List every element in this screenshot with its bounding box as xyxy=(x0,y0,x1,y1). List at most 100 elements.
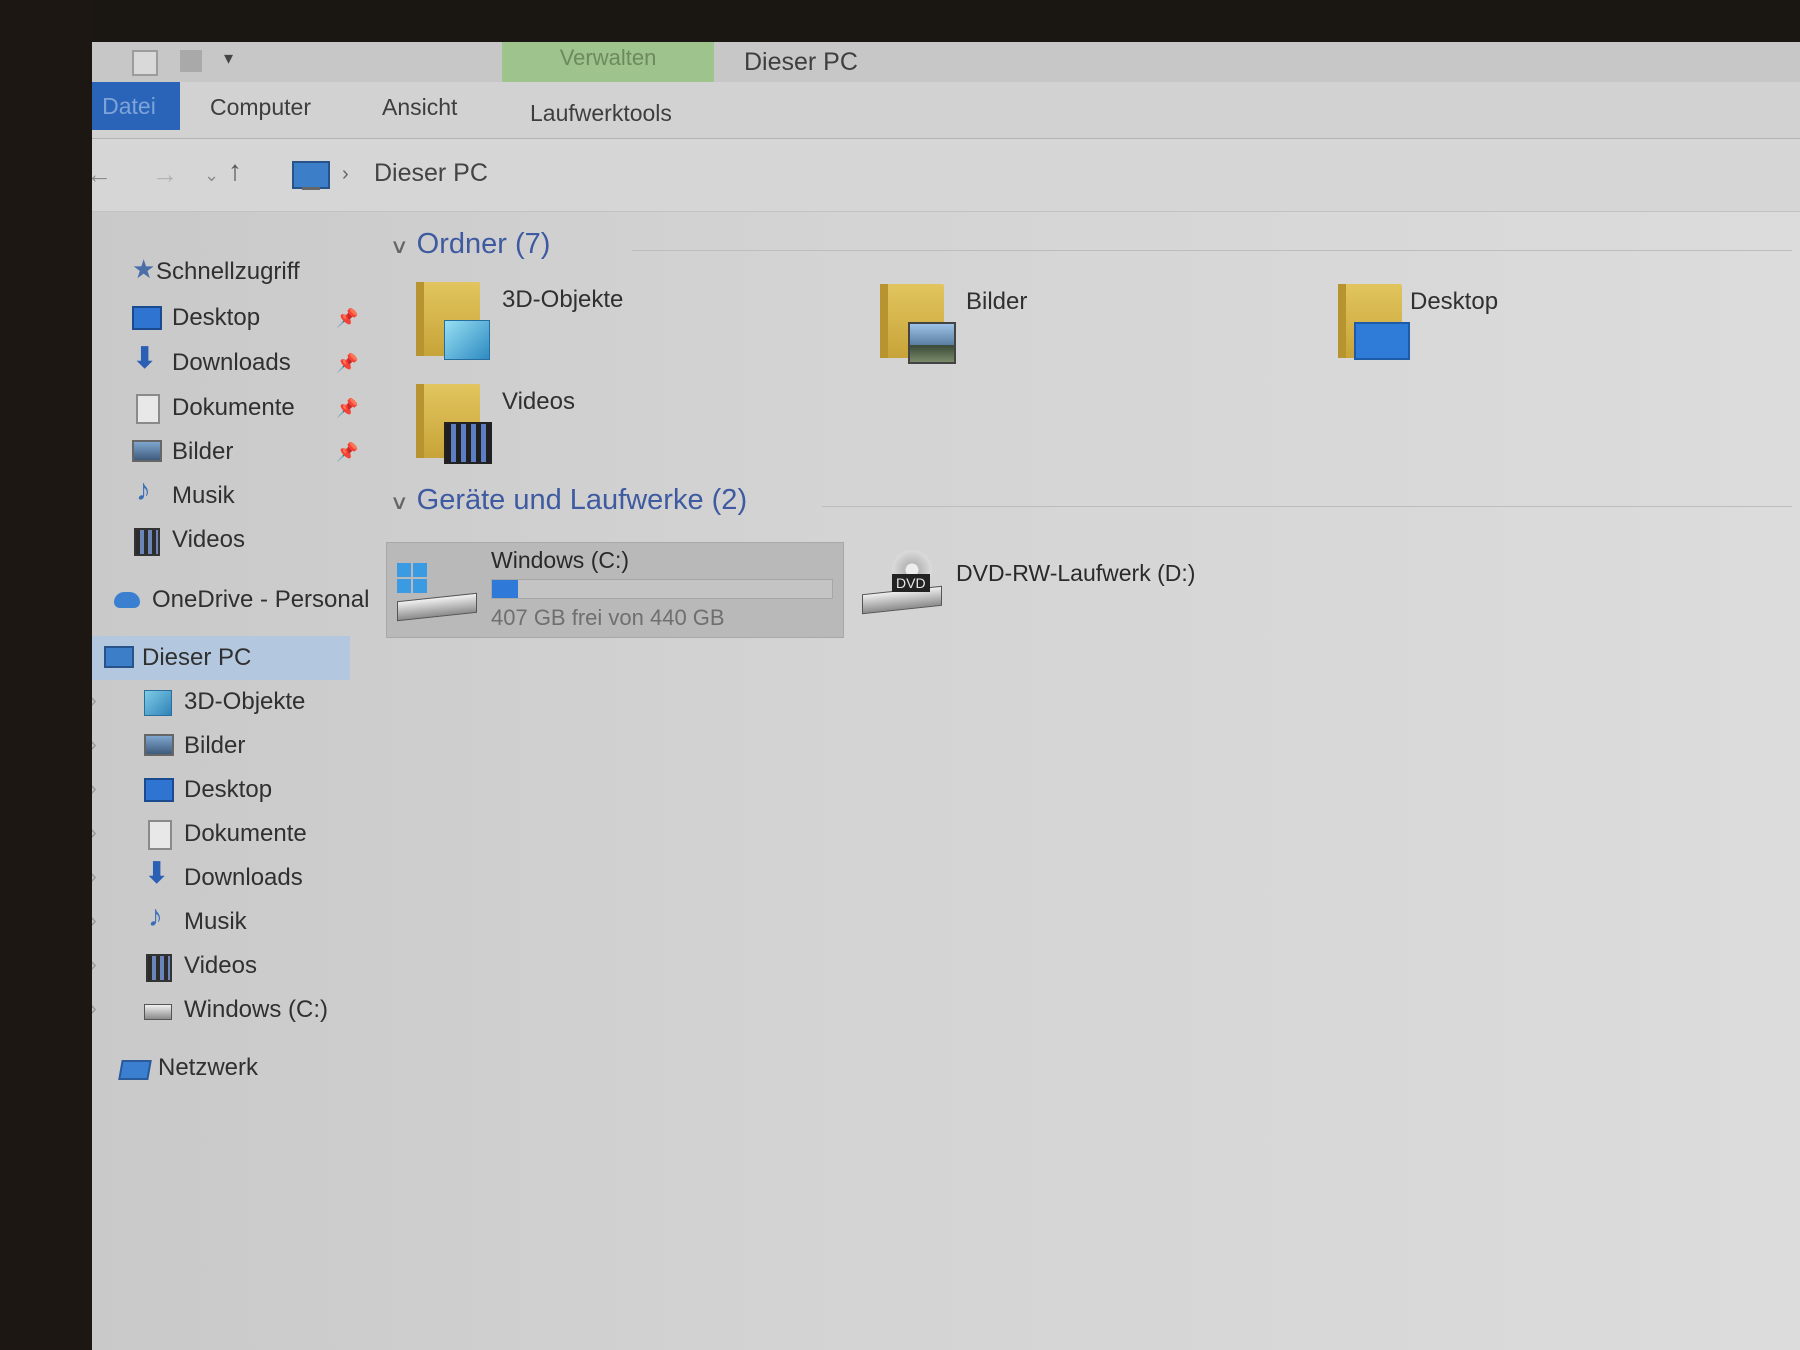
group-divider xyxy=(822,506,1792,507)
drive-usage-bar xyxy=(491,579,833,599)
pictures-icon xyxy=(144,734,174,756)
quick-access-star-icon: ★ xyxy=(132,254,156,284)
desktop-icon xyxy=(132,306,162,330)
collapse-chevron-icon[interactable]: ∨ xyxy=(390,234,409,259)
windows-drive-icon xyxy=(397,563,477,622)
monitor-bezel-top xyxy=(0,0,1800,42)
nav-this-pc-documents[interactable]: › Dokumente xyxy=(92,814,394,854)
nav-item-label: Windows (C:) xyxy=(184,996,329,1023)
new-folder-icon[interactable] xyxy=(180,50,202,72)
drive-free-space: 407 GB frei von 440 GB xyxy=(491,605,725,630)
folder-tile-videos[interactable]: Videos xyxy=(410,384,870,484)
pin-icon[interactable]: 📌 xyxy=(336,442,358,463)
nav-this-pc[interactable]: Dieser PC xyxy=(92,636,350,680)
title-bar: ▾ Verwalten Dieser PC xyxy=(92,42,1800,82)
music-icon: ♪ xyxy=(136,474,151,507)
nav-item-label: Desktop xyxy=(184,776,273,803)
nav-this-pc-pictures[interactable]: › Bilder xyxy=(92,726,394,766)
collapse-chevron-icon[interactable]: ∨ xyxy=(390,490,409,515)
nav-this-pc-desktop[interactable]: › Desktop xyxy=(92,770,394,810)
drive-icon xyxy=(144,1004,172,1020)
folder-tile-3d-objects[interactable]: 3D-Objekte xyxy=(410,282,870,382)
pin-icon[interactable]: 📌 xyxy=(336,308,358,329)
devices-group-header[interactable]: ∨ Geräte und Laufwerke (2) xyxy=(390,484,747,517)
nav-this-pc-windows-c[interactable]: › Windows (C:) xyxy=(92,990,394,1030)
breadcrumb-separator-icon[interactable]: › xyxy=(342,163,349,186)
nav-this-pc-music[interactable]: › ♪ Musik xyxy=(92,900,394,942)
tab-drive-tools[interactable]: Laufwerktools xyxy=(530,100,672,127)
expand-chevron-icon[interactable]: › xyxy=(92,734,97,757)
nav-this-pc-3d-objects[interactable]: › 3D-Objekte xyxy=(92,682,394,722)
nav-this-pc-downloads[interactable]: › ⬇ Downloads xyxy=(92,857,394,898)
this-pc-icon-stand xyxy=(302,187,320,190)
address-row: ← → ⌄ ↑ › Dieser PC xyxy=(92,139,1800,212)
up-arrow-icon[interactable]: ↑ xyxy=(228,155,242,187)
music-icon: ♪ xyxy=(148,900,163,933)
nav-quick-downloads[interactable]: ⬇ Downloads 📌 xyxy=(104,342,394,383)
nav-item-label: Bilder xyxy=(184,732,246,759)
nav-quick-videos[interactable]: Videos xyxy=(104,520,394,560)
breadcrumb-this-pc[interactable]: Dieser PC xyxy=(374,159,488,188)
expand-chevron-icon[interactable]: › xyxy=(92,866,97,889)
navigation-pane: ★ Schnellzugriff Desktop 📌 ⬇ Downloads 📌… xyxy=(92,212,392,1350)
nav-network[interactable]: Netzwerk xyxy=(104,1048,394,1088)
folders-group-header[interactable]: ∨ Ordner (7) xyxy=(390,228,551,261)
nav-quick-access[interactable]: ★ Schnellzugriff xyxy=(104,252,394,292)
videos-icon xyxy=(134,528,160,556)
folder-tile-label: 3D-Objekte xyxy=(502,286,624,313)
network-icon xyxy=(118,1060,152,1080)
expand-chevron-icon[interactable]: › xyxy=(92,998,97,1021)
ribbon-tabs: Datei Computer Ansicht Laufwerktools xyxy=(92,82,1800,139)
desktop-icon xyxy=(144,778,174,802)
nav-item-label: Desktop xyxy=(172,304,261,331)
nav-item-label: 3D-Objekte xyxy=(184,688,306,715)
documents-icon xyxy=(148,820,172,850)
folder-tile-pictures[interactable]: Bilder xyxy=(874,284,1334,384)
back-arrow-icon[interactable]: ← xyxy=(92,159,112,190)
videos-folder-icon xyxy=(444,422,492,464)
tab-view[interactable]: Ansicht xyxy=(382,94,457,121)
properties-icon[interactable] xyxy=(132,50,158,76)
downloads-icon: ⬇ xyxy=(132,342,158,375)
nav-item-label: Bilder xyxy=(172,438,234,465)
folder-tile-desktop[interactable]: Desktop xyxy=(1332,284,1792,384)
pictures-icon xyxy=(132,440,162,462)
tab-computer[interactable]: Computer xyxy=(210,94,311,121)
folder-tile-label: Bilder xyxy=(966,288,1028,315)
nav-quick-desktop[interactable]: Desktop 📌 xyxy=(104,298,394,338)
downloads-icon: ⬇ xyxy=(144,857,170,890)
expand-chevron-icon[interactable]: › xyxy=(92,822,97,845)
nav-this-pc-videos[interactable]: › Videos xyxy=(92,946,394,986)
drive-usage-fill xyxy=(492,580,518,598)
pin-icon[interactable]: 📌 xyxy=(336,398,358,419)
drive-tile-dvd-d[interactable]: DVD DVD-RW-Laufwerk (D:) xyxy=(862,550,1322,640)
dvd-badge: DVD xyxy=(892,574,930,592)
nav-onedrive[interactable]: OneDrive - Personal xyxy=(104,580,394,620)
expand-chevron-icon[interactable]: › xyxy=(92,778,97,801)
customize-dropdown-icon[interactable]: ▾ xyxy=(224,48,246,70)
drive-tile-windows-c[interactable]: Windows (C:) 407 GB frei von 440 GB xyxy=(386,542,844,638)
this-pc-icon xyxy=(292,161,330,189)
nav-quick-access-label: Schnellzugriff xyxy=(156,258,300,285)
nav-quick-music[interactable]: ♪ Musik xyxy=(104,474,394,516)
nav-item-label: Dokumente xyxy=(172,394,295,421)
expand-chevron-icon[interactable]: › xyxy=(92,690,97,713)
pin-icon[interactable]: 📌 xyxy=(336,353,358,374)
hard-drive-icon xyxy=(397,592,477,622)
nav-quick-pictures[interactable]: Bilder 📌 xyxy=(104,432,394,472)
this-pc-icon xyxy=(104,646,134,668)
nav-onedrive-label: OneDrive - Personal xyxy=(152,586,370,613)
nav-quick-documents[interactable]: Dokumente 📌 xyxy=(104,388,394,428)
file-explorer-window: ▾ Verwalten Dieser PC Datei Computer Ans… xyxy=(92,42,1800,1350)
nav-item-label: Videos xyxy=(184,952,257,979)
nav-item-label: Videos xyxy=(172,526,245,553)
tab-file[interactable]: Datei xyxy=(92,82,180,130)
recent-locations-chevron-icon[interactable]: ⌄ xyxy=(204,165,219,186)
contextual-tab-group-label: Verwalten xyxy=(502,42,714,82)
forward-arrow-icon[interactable]: → xyxy=(152,159,178,190)
drive-label: DVD-RW-Laufwerk (D:) xyxy=(956,560,1196,586)
folder-tile-label: Desktop xyxy=(1410,288,1499,315)
expand-chevron-icon[interactable]: › xyxy=(92,954,97,977)
expand-chevron-icon[interactable]: › xyxy=(92,910,97,933)
nav-this-pc-label: Dieser PC xyxy=(142,644,252,671)
